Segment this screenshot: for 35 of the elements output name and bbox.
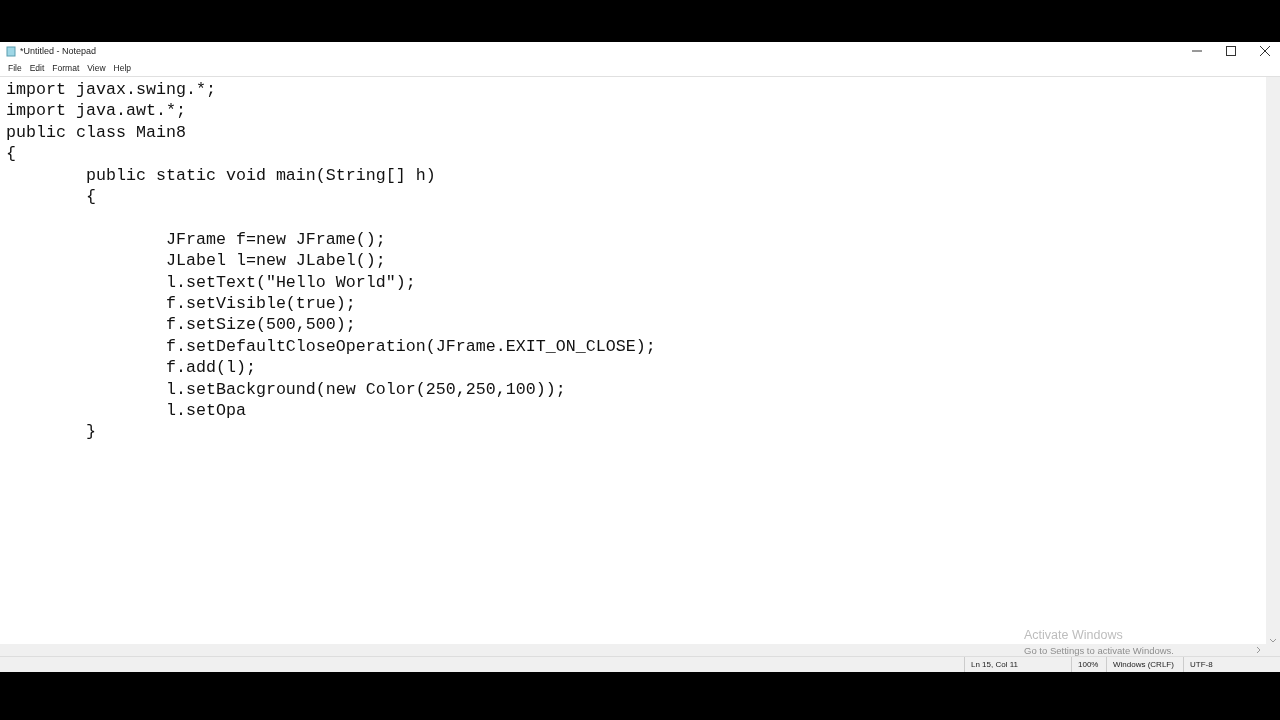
code-line: l.setBackground(new Color(250,250,100)); [164, 378, 566, 401]
notepad-icon [6, 45, 16, 57]
code-line: JLabel l=new JLabel(); [164, 250, 386, 272]
code-line: f.add(l); [164, 357, 256, 379]
code-line: f.setVisible(true); [164, 293, 356, 315]
status-item: Windows (CRLF) [1106, 657, 1183, 672]
scroll-down-icon[interactable] [1269, 638, 1277, 644]
code-line: l.setOpa [164, 400, 246, 422]
menu-item[interactable]: Help [109, 63, 136, 73]
menu-item[interactable]: Format [48, 63, 84, 73]
close-icon [1260, 46, 1270, 56]
status-item: Ln 15, Col 11 [964, 657, 1071, 672]
menu-item[interactable]: View [83, 63, 110, 73]
vertical-scrollbar[interactable] [1266, 77, 1280, 644]
status-item: UTF-8 [1183, 657, 1230, 672]
menu-item[interactable]: File [4, 63, 26, 73]
scroll-right-icon[interactable] [1256, 646, 1262, 654]
code-line: public static void main(String[] h) [84, 164, 436, 187]
activation-hint: Go to Settings to activate Windows. [1024, 645, 1174, 656]
status-item: 100% [1071, 657, 1106, 672]
code-line: import javax.swing.*; [6, 79, 216, 101]
code-line: { [6, 143, 16, 165]
horizontal-scrollbar[interactable] [0, 644, 1280, 656]
code-line: public class Main8 [6, 121, 186, 144]
menu-item[interactable]: Edit [25, 63, 49, 73]
code-line: f.setSize(500,500); [164, 314, 356, 336]
code-line: l.setText("Hello World"); [164, 271, 416, 294]
code-line: import java.awt.*; [6, 100, 186, 122]
maximize-icon [1226, 46, 1236, 56]
code-line: } [84, 421, 96, 443]
activation-title: Activate Windows [1024, 628, 1124, 642]
code-line: f.setDefaultCloseOperation(JFrame.EXIT_ON_CLOSE); [164, 335, 656, 358]
code-line: { [84, 186, 96, 208]
window-title: *Untitled - Notepad [20, 46, 98, 56]
code-line: JFrame f=new JFrame(); [164, 228, 386, 251]
